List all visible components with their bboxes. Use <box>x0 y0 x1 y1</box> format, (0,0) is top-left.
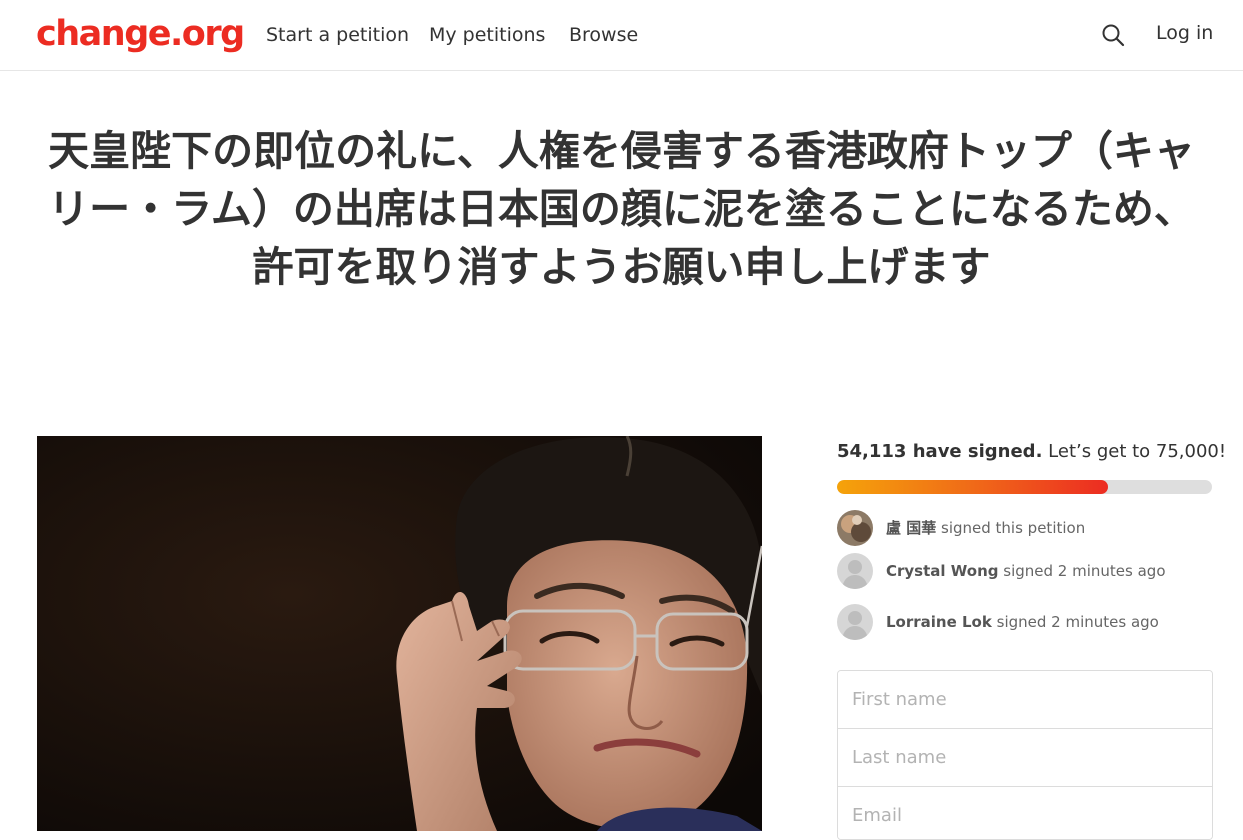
site-header: change.org Start a petition My petitions… <box>0 0 1243 71</box>
signer-name: 盧 国華 <box>886 519 937 537</box>
recent-signer: Lorraine Lok signed 2 minutes ago <box>837 604 1217 640</box>
signer-text: Crystal Wong signed 2 minutes ago <box>886 560 1166 582</box>
email-input[interactable] <box>838 787 1212 839</box>
recent-signer: 盧 国華 signed this petition <box>837 510 1217 546</box>
signed-count: 54,113 have signed. <box>837 441 1043 462</box>
signer-photo-avatar <box>837 510 873 546</box>
signer-text: Lorraine Lok signed 2 minutes ago <box>886 611 1159 633</box>
nav-browse[interactable]: Browse <box>569 22 638 48</box>
signer-action: signed this petition <box>941 519 1086 537</box>
nav-start-petition[interactable]: Start a petition <box>266 22 409 48</box>
signature-progress-bar <box>837 480 1212 494</box>
goal-text: Let’s get to 75,000! <box>1048 441 1227 462</box>
last-name-input[interactable] <box>838 729 1212 787</box>
recent-signer: Crystal Wong signed 2 minutes ago <box>837 553 1217 589</box>
default-user-avatar-icon <box>837 553 873 589</box>
sign-petition-form <box>837 670 1213 840</box>
progress-fill <box>837 480 1108 494</box>
signer-name: Crystal Wong <box>886 562 999 580</box>
signer-text: 盧 国華 signed this petition <box>886 517 1085 539</box>
nav-my-petitions[interactable]: My petitions <box>429 22 545 48</box>
signer-action: signed 2 minutes ago <box>996 613 1159 631</box>
petition-photo <box>37 436 762 831</box>
change-org-logo[interactable]: change.org <box>36 12 245 56</box>
first-name-input[interactable] <box>838 671 1212 729</box>
default-user-avatar-icon <box>837 604 873 640</box>
petition-title: 天皇陛下の即位の礼に、人権を侵害する香港政府トップ（キャリー・ラム）の出席は日本… <box>48 127 1195 291</box>
login-link[interactable]: Log in <box>1156 20 1213 46</box>
search-icon[interactable] <box>1100 22 1126 48</box>
signer-action: signed 2 minutes ago <box>1003 562 1166 580</box>
signature-count: 54,113 have signed. Let’s get to 75,000! <box>837 439 1226 465</box>
signer-name: Lorraine Lok <box>886 613 992 631</box>
